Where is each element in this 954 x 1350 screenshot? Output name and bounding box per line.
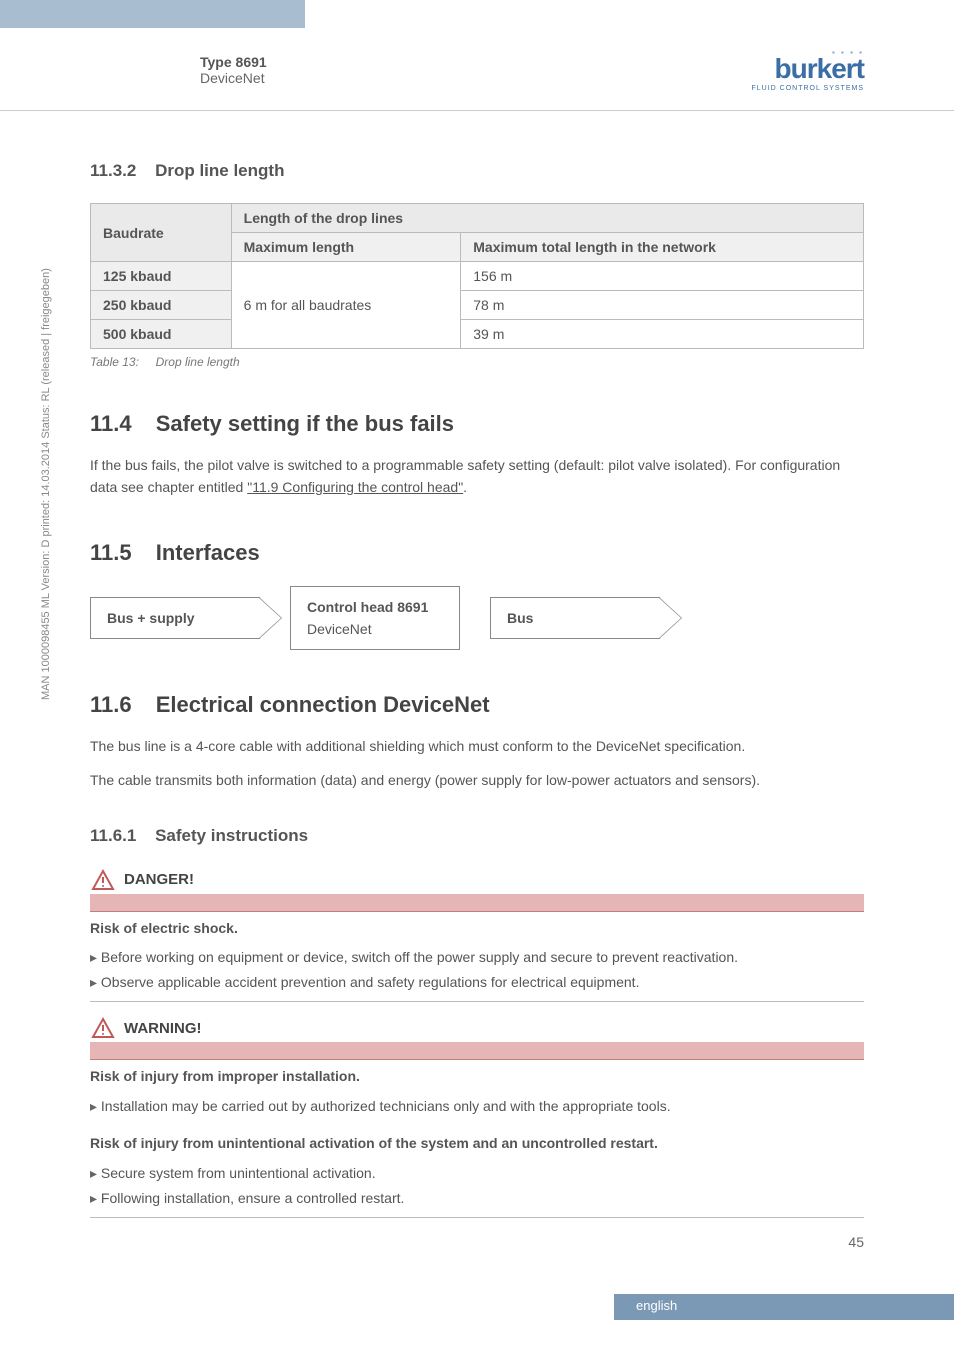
danger-title: DANGER! (124, 871, 194, 888)
table-caption: Table 13: Drop line length (90, 355, 864, 369)
danger-list: Before working on equipment or device, s… (90, 945, 864, 995)
secnum: 11.6.1 (90, 826, 136, 845)
cell-max-shared: 6 m for all baudrates (231, 262, 461, 349)
list-item: Before working on equipment or device, s… (90, 945, 864, 970)
flow-box-control-head: Control head 8691 DeviceNet (290, 586, 460, 650)
heading-11-6-1: 11.6.1 Safety instructions (90, 826, 864, 846)
warning-bar (90, 1042, 864, 1060)
warning-alert: WARNING! Risk of injury from improper in… (90, 1016, 864, 1217)
table-row: 500 kbaud 39 m (91, 320, 864, 349)
caption-text: Drop line length (156, 355, 240, 369)
caption-label: Table 13: (90, 355, 139, 369)
cell-baud: 500 kbaud (91, 320, 232, 349)
divider (90, 1001, 864, 1002)
secnum: 11.4 (90, 411, 132, 436)
para-11-6-2: The cable transmits both information (da… (90, 770, 864, 792)
flow-box-bus-supply: Bus + supply (90, 597, 260, 639)
cell-total: 78 m (461, 291, 864, 320)
cell-total: 156 m (461, 262, 864, 291)
top-accent-bar (0, 0, 305, 28)
secnum: 11.6 (90, 692, 132, 717)
danger-alert: DANGER! Risk of electric shock. Before w… (90, 868, 864, 1003)
para-11-4: If the bus fails, the pilot valve is swi… (90, 455, 864, 498)
heading-11-5: 11.5 Interfaces (90, 540, 864, 566)
table-row: 250 kbaud 78 m (91, 291, 864, 320)
cell-baud: 125 kbaud (91, 262, 232, 291)
doc-subtitle: DeviceNet (200, 70, 267, 86)
heading-11-6: 11.6 Electrical connection DeviceNet (90, 692, 864, 718)
config-link[interactable]: "11.9 Configuring the control head" (247, 479, 463, 495)
flow-box-line2: DeviceNet (307, 621, 443, 637)
heading-11-4: 11.4 Safety setting if the bus fails (90, 411, 864, 437)
cell-total: 39 m (461, 320, 864, 349)
secnum: 11.5 (90, 540, 132, 565)
flow-box-line1: Control head 8691 (307, 599, 428, 615)
sectitle: Safety instructions (155, 826, 308, 845)
page-number: 45 (848, 1234, 864, 1250)
list-item: Following installation, ensure a control… (90, 1186, 864, 1211)
header-left-block: Type 8691 DeviceNet (200, 54, 267, 86)
brand-logo: ▪ ▪ ▪ ▪ burkert FLUID CONTROL SYSTEMS (751, 48, 864, 92)
flow-box-bus: Bus (490, 597, 660, 639)
warning-sub1: Risk of injury from improper installatio… (90, 1066, 864, 1088)
sectitle: Drop line length (155, 161, 284, 180)
th-span: Length of the drop lines (231, 204, 863, 233)
interfaces-flow: Bus + supply Control head 8691 DeviceNet… (90, 586, 864, 650)
sectitle: Interfaces (156, 540, 260, 565)
page-header: Type 8691 DeviceNet ▪ ▪ ▪ ▪ burkert FLUI… (0, 28, 954, 111)
th-total: Maximum total length in the network (461, 233, 864, 262)
sectitle: Electrical connection DeviceNet (156, 692, 490, 717)
para-11-6-1: The bus line is a 4-core cable with addi… (90, 736, 864, 758)
footer-language-bar: english (614, 1294, 954, 1320)
warning-sub2: Risk of injury from unintentional activa… (90, 1133, 864, 1155)
list-item: Observe applicable accident prevention a… (90, 970, 864, 995)
danger-subtitle: Risk of electric shock. (90, 918, 864, 940)
warning-list1: Installation may be carried out by autho… (90, 1094, 864, 1119)
heading-11-3-2: 11.3.2 Drop line length (90, 161, 864, 181)
cell-baud: 250 kbaud (91, 291, 232, 320)
th-max: Maximum length (231, 233, 461, 262)
list-item: Secure system from unintentional activat… (90, 1161, 864, 1186)
secnum: 11.3.2 (90, 161, 136, 180)
warning-triangle-icon (90, 1016, 116, 1040)
main-content: 11.3.2 Drop line length Baudrate Length … (0, 111, 954, 1218)
divider (90, 1217, 864, 1218)
para-text-b: . (463, 479, 467, 495)
th-baudrate: Baudrate (91, 204, 232, 262)
logo-subtext: FLUID CONTROL SYSTEMS (751, 85, 864, 92)
warning-triangle-icon (90, 868, 116, 892)
logo-text: burkert (775, 53, 864, 84)
doc-type: Type 8691 (200, 54, 267, 70)
warning-title: WARNING! (124, 1020, 202, 1037)
sectitle: Safety setting if the bus fails (156, 411, 454, 436)
list-item: Installation may be carried out by autho… (90, 1094, 864, 1119)
danger-bar (90, 894, 864, 912)
table-row: 125 kbaud 6 m for all baudrates 156 m (91, 262, 864, 291)
warning-list2: Secure system from unintentional activat… (90, 1161, 864, 1211)
side-meta-text: MAN 1000098455 ML Version: D printed: 14… (40, 268, 52, 700)
drop-line-table: Baudrate Length of the drop lines Maximu… (90, 203, 864, 349)
